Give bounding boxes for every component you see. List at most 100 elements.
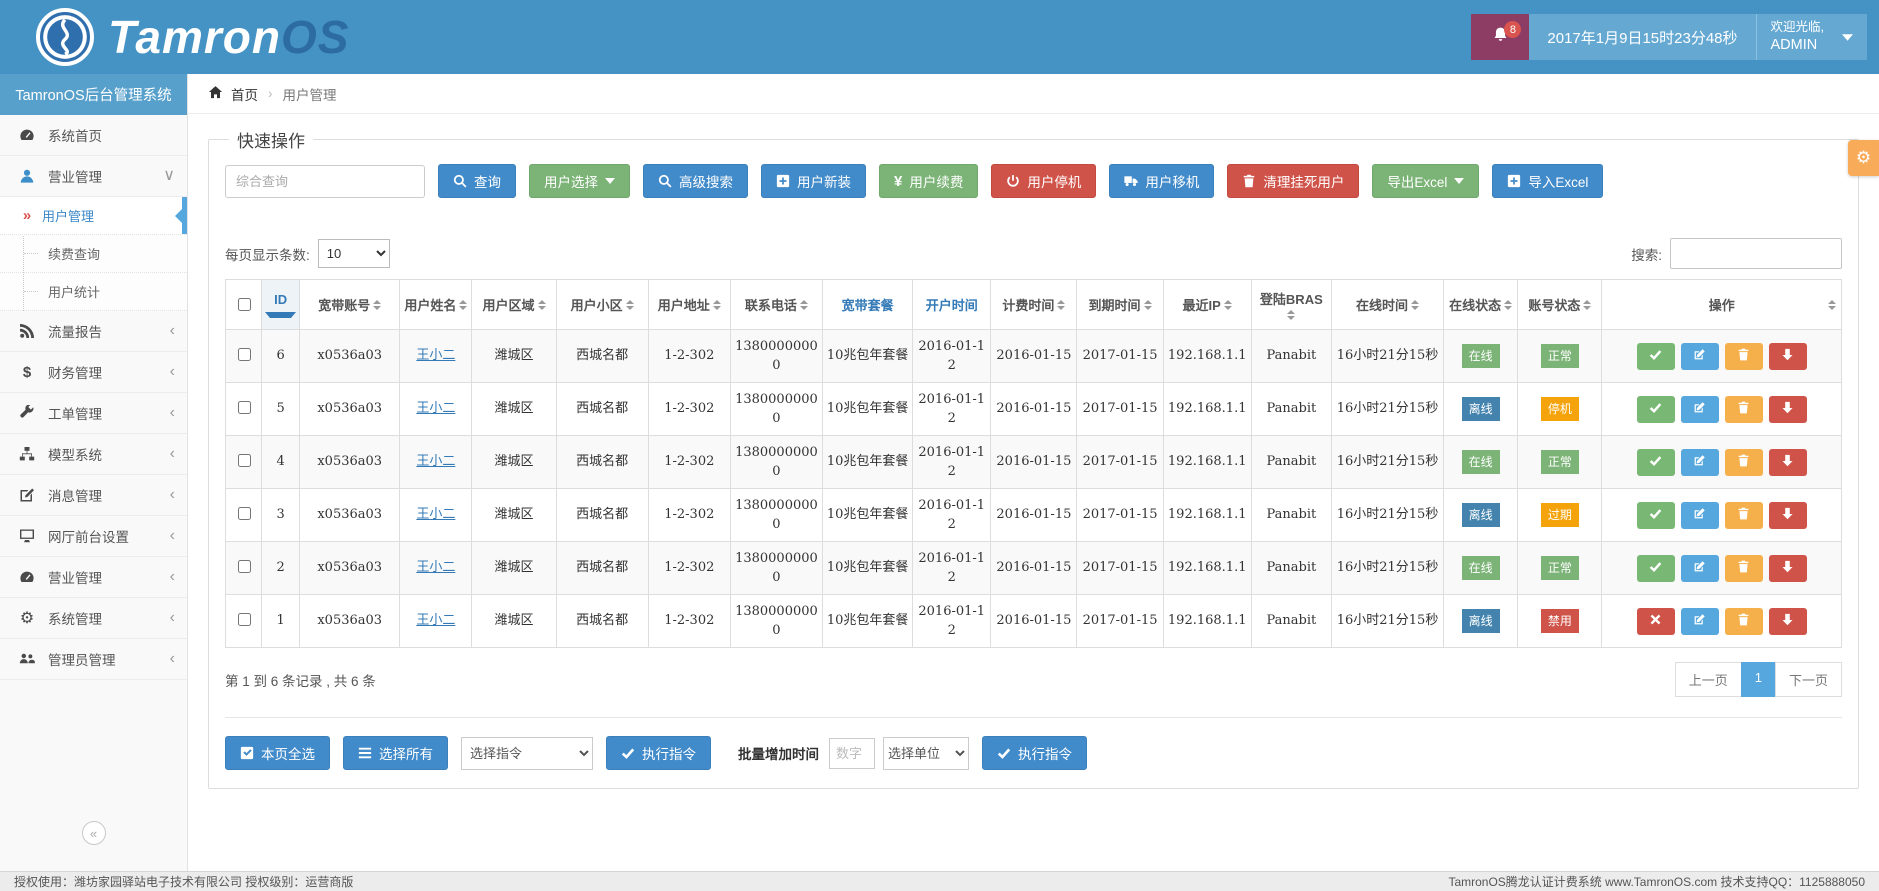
per-page-select[interactable]: 10: [318, 239, 390, 268]
col-header-4[interactable]: 用户区域: [472, 280, 556, 330]
sidebar-item-6[interactable]: 消息管理‹: [0, 475, 187, 516]
user-name-link[interactable]: 王小二: [416, 401, 455, 416]
quickop-6-button[interactable]: 用户移机: [1109, 164, 1214, 198]
row-edit-button[interactable]: [1681, 502, 1719, 529]
user-name-link[interactable]: 王小二: [416, 613, 455, 628]
sidebar-item-10[interactable]: 管理员管理‹: [0, 639, 187, 680]
quickop-7-button[interactable]: 清理挂死用户: [1227, 164, 1359, 198]
col-header-7[interactable]: 联系电话: [730, 280, 822, 330]
sort-icon[interactable]: [626, 300, 634, 310]
sort-icon[interactable]: [1504, 300, 1512, 310]
execute-command-button[interactable]: 执行指令: [606, 736, 711, 770]
sort-icon[interactable]: [459, 300, 467, 310]
quickop-3-button[interactable]: 用户新装: [761, 164, 866, 198]
sort-icon[interactable]: [538, 300, 546, 310]
sort-icon[interactable]: [800, 300, 808, 310]
settings-fab-button[interactable]: ⚙: [1848, 140, 1879, 176]
col-header-14[interactable]: 在线时间: [1331, 280, 1443, 330]
row-checkbox[interactable]: [238, 348, 251, 361]
col-header-3[interactable]: 用户姓名: [400, 280, 472, 330]
sidebar-collapse-button[interactable]: «: [82, 821, 106, 845]
combined-search-input[interactable]: [225, 165, 425, 198]
row-checkbox[interactable]: [238, 560, 251, 573]
row-check-button[interactable]: [1637, 555, 1675, 582]
row-x-button[interactable]: [1637, 608, 1675, 635]
prev-page-button[interactable]: 上一页: [1675, 662, 1742, 697]
sidebar-item-3[interactable]: $财务管理‹: [0, 352, 187, 393]
row-trash-button[interactable]: [1725, 502, 1763, 529]
notifications-button[interactable]: 8: [1471, 14, 1529, 60]
row-trash-button[interactable]: [1725, 396, 1763, 423]
unit-select[interactable]: 选择单位: [883, 737, 969, 770]
sidebar-subitem-1[interactable]: 续费查询: [0, 235, 187, 273]
sort-icon[interactable]: [373, 300, 381, 310]
col-header-6[interactable]: 用户地址: [648, 280, 730, 330]
sort-icon[interactable]: [1828, 300, 1836, 310]
sidebar-subitem-0[interactable]: »用户管理: [0, 197, 187, 235]
row-trash-button[interactable]: [1725, 449, 1763, 476]
col-header-17[interactable]: 操作: [1602, 280, 1842, 330]
row-edit-button[interactable]: [1681, 343, 1719, 370]
sidebar-item-9[interactable]: ⚙系统管理‹: [0, 598, 187, 639]
row-edit-button[interactable]: [1681, 555, 1719, 582]
col-header-5[interactable]: 用户小区: [556, 280, 648, 330]
col-header-1[interactable]: ID: [262, 280, 300, 330]
quickop-1-button[interactable]: 用户选择: [529, 164, 630, 198]
select-page-button[interactable]: 本页全选: [225, 736, 330, 770]
user-name-link[interactable]: 王小二: [416, 560, 455, 575]
user-menu[interactable]: 欢迎光临, ADMIN: [1756, 14, 1867, 60]
col-header-2[interactable]: 宽带账号: [300, 280, 400, 330]
row-trash-button[interactable]: [1725, 555, 1763, 582]
col-header-8[interactable]: 宽带套餐: [823, 280, 913, 330]
col-header-9[interactable]: 开户时间: [913, 280, 991, 330]
row-arrow-down-button[interactable]: [1769, 396, 1807, 423]
sidebar-item-4[interactable]: 工单管理‹: [0, 393, 187, 434]
quickop-2-button[interactable]: 高级搜索: [643, 164, 748, 198]
sidebar-item-7[interactable]: 网厅前台设置‹: [0, 516, 187, 557]
sort-icon[interactable]: [1287, 310, 1295, 320]
row-edit-button[interactable]: [1681, 608, 1719, 635]
quickop-4-button[interactable]: ¥用户续费: [879, 164, 978, 198]
row-arrow-down-button[interactable]: [1769, 502, 1807, 529]
sort-icon[interactable]: [1583, 300, 1591, 310]
col-header-13[interactable]: 登陆BRAS: [1251, 280, 1331, 330]
batch-number-input[interactable]: [829, 738, 875, 769]
execute-batch-time-button[interactable]: 执行指令: [982, 736, 1087, 770]
user-name-link[interactable]: 王小二: [416, 507, 455, 522]
table-search-input[interactable]: [1670, 238, 1842, 269]
row-trash-button[interactable]: [1725, 343, 1763, 370]
quickop-8-button[interactable]: 导出Excel: [1372, 164, 1479, 198]
sort-icon[interactable]: [1144, 300, 1152, 310]
row-edit-button[interactable]: [1681, 449, 1719, 476]
col-header-16[interactable]: 账号状态: [1518, 280, 1602, 330]
col-header-10[interactable]: 计费时间: [991, 280, 1077, 330]
page-1-button[interactable]: 1: [1741, 662, 1776, 697]
breadcrumb-home-link[interactable]: 首页: [231, 84, 258, 104]
col-header-15[interactable]: 在线状态: [1444, 280, 1518, 330]
quickop-9-button[interactable]: 导入Excel: [1492, 164, 1603, 198]
next-page-button[interactable]: 下一页: [1775, 662, 1842, 697]
select-all-button[interactable]: 选择所有: [343, 736, 448, 770]
quickop-0-button[interactable]: 查询: [438, 164, 516, 198]
col-header-12[interactable]: 最近IP: [1163, 280, 1251, 330]
quickop-5-button[interactable]: 用户停机: [991, 164, 1096, 198]
row-check-button[interactable]: [1637, 343, 1675, 370]
sidebar-item-1[interactable]: 营业管理∨: [0, 156, 187, 197]
sidebar-subitem-2[interactable]: 用户统计: [0, 273, 187, 311]
sort-icon[interactable]: [1411, 300, 1419, 310]
row-arrow-down-button[interactable]: [1769, 449, 1807, 476]
row-checkbox[interactable]: [238, 401, 251, 414]
sidebar-item-0[interactable]: 系统首页: [0, 115, 187, 156]
command-select[interactable]: 选择指令: [461, 737, 593, 770]
row-edit-button[interactable]: [1681, 396, 1719, 423]
sidebar-item-8[interactable]: 营业管理‹: [0, 557, 187, 598]
user-name-link[interactable]: 王小二: [416, 454, 455, 469]
row-checkbox[interactable]: [238, 507, 251, 520]
row-arrow-down-button[interactable]: [1769, 555, 1807, 582]
row-check-button[interactable]: [1637, 396, 1675, 423]
sort-icon[interactable]: [1057, 300, 1065, 310]
row-trash-button[interactable]: [1725, 608, 1763, 635]
row-checkbox[interactable]: [238, 454, 251, 467]
row-check-button[interactable]: [1637, 502, 1675, 529]
select-all-checkbox[interactable]: [238, 298, 251, 311]
